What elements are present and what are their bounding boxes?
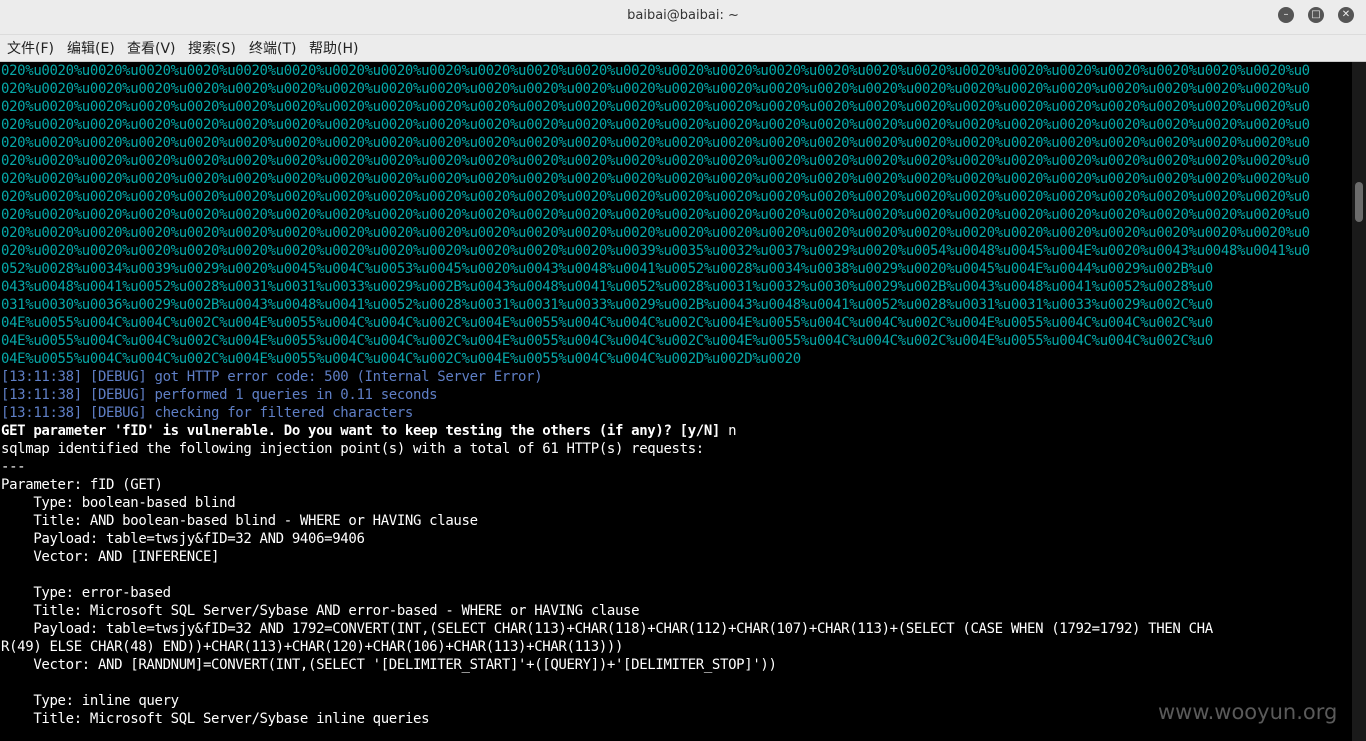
- minimize-icon: –: [1283, 9, 1289, 20]
- debug-line: [13:11:38] [DEBUG] got HTTP error code: …: [1, 369, 543, 385]
- payload-line: 020%u0020%u0020%u0020%u0020%u0020%u0020%…: [1, 117, 1310, 133]
- window-title: baibai@baibai: ~: [627, 8, 739, 23]
- maximize-button[interactable]: □: [1308, 7, 1324, 23]
- menu-search[interactable]: 搜索(S): [187, 38, 237, 58]
- payload-line: 04E%u0055%u004C%u004C%u002C%u004E%u0055%…: [1, 315, 1213, 331]
- payload-line: 04E%u0055%u004C%u004C%u002C%u004E%u0055%…: [1, 351, 801, 367]
- payload-line: 031%u0030%u0036%u0029%u002B%u0043%u0048%…: [1, 297, 1213, 313]
- payload-line: 020%u0020%u0020%u0020%u0020%u0020%u0020%…: [1, 225, 1310, 241]
- watermark: www.wooyun.org: [1158, 700, 1338, 724]
- payload-line: 020%u0020%u0020%u0020%u0020%u0020%u0020%…: [1, 153, 1310, 169]
- close-icon: ✕: [1341, 9, 1351, 20]
- output-line: Vector: AND [INFERENCE]: [1, 549, 220, 565]
- prompt-line: GET parameter 'fID' is vulnerable. Do yo…: [1, 422, 737, 440]
- scrollbar-thumb[interactable]: [1355, 182, 1363, 222]
- payload-line: 052%u0028%u0034%u0039%u0029%u0020%u0045%…: [1, 261, 1213, 277]
- payload-line: 020%u0020%u0020%u0020%u0020%u0020%u0020%…: [1, 171, 1310, 187]
- output-line: Payload: table=twsjy&fID=32 AND 1792=CON…: [1, 621, 1213, 637]
- output-line: sqlmap identified the following injectio…: [1, 441, 704, 457]
- menu-bar: 文件(F) 编辑(E) 查看(V) 搜索(S) 终端(T) 帮助(H): [0, 35, 1366, 62]
- maximize-icon: □: [1311, 9, 1321, 20]
- menu-terminal[interactable]: 终端(T): [248, 38, 297, 58]
- debug-line: [13:11:38] [DEBUG] checking for filtered…: [1, 405, 414, 421]
- payload-line: 020%u0020%u0020%u0020%u0020%u0020%u0020%…: [1, 207, 1310, 223]
- output-line: Type: error-based: [1, 585, 171, 601]
- output-line: Payload: table=twsjy&fID=32 AND 9406=940…: [1, 531, 365, 547]
- terminal-output[interactable]: 020%u0020%u0020%u0020%u0020%u0020%u0020%…: [0, 62, 1352, 741]
- payload-line: 020%u0020%u0020%u0020%u0020%u0020%u0020%…: [1, 135, 1310, 151]
- output-line: Type: boolean-based blind: [1, 495, 236, 511]
- payload-line: 020%u0020%u0020%u0020%u0020%u0020%u0020%…: [1, 189, 1310, 205]
- output-line: Parameter: fID (GET): [1, 477, 163, 493]
- output-line: Vector: AND [RANDNUM]=CONVERT(INT,(SELEC…: [1, 657, 777, 673]
- close-button[interactable]: ✕: [1338, 7, 1354, 23]
- output-line: Title: Microsoft SQL Server/Sybase AND e…: [1, 603, 640, 619]
- prompt-question: GET parameter 'fID' is vulnerable. Do yo…: [1, 423, 721, 439]
- output-line: R(49) ELSE CHAR(48) END))+CHAR(113)+CHAR…: [1, 639, 624, 655]
- minimize-button[interactable]: –: [1278, 7, 1294, 23]
- payload-line: 020%u0020%u0020%u0020%u0020%u0020%u0020%…: [1, 99, 1310, 115]
- menu-help[interactable]: 帮助(H): [308, 38, 359, 58]
- output-line: Title: AND boolean-based blind - WHERE o…: [1, 513, 478, 529]
- scrollbar-track[interactable]: [1352, 62, 1366, 741]
- prompt-answer: n: [720, 423, 737, 439]
- payload-line: 04E%u0055%u004C%u004C%u002C%u004E%u0055%…: [1, 333, 1213, 349]
- payload-line: 043%u0048%u0041%u0052%u0028%u0031%u0031%…: [1, 279, 1213, 295]
- payload-line: 020%u0020%u0020%u0020%u0020%u0020%u0020%…: [1, 63, 1310, 79]
- debug-line: [13:11:38] [DEBUG] performed 1 queries i…: [1, 387, 438, 403]
- window-titlebar[interactable]: baibai@baibai: ~ – □ ✕: [0, 0, 1366, 35]
- payload-line: 020%u0020%u0020%u0020%u0020%u0020%u0020%…: [1, 81, 1310, 97]
- payload-line: 020%u0020%u0020%u0020%u0020%u0020%u0020%…: [1, 243, 1310, 259]
- output-line: Type: inline query: [1, 693, 179, 709]
- menu-file[interactable]: 文件(F): [6, 38, 55, 58]
- menu-view[interactable]: 查看(V): [126, 38, 177, 58]
- output-line: Title: Microsoft SQL Server/Sybase inlin…: [1, 711, 430, 727]
- output-line: ---: [1, 459, 26, 475]
- menu-edit[interactable]: 编辑(E): [66, 38, 116, 58]
